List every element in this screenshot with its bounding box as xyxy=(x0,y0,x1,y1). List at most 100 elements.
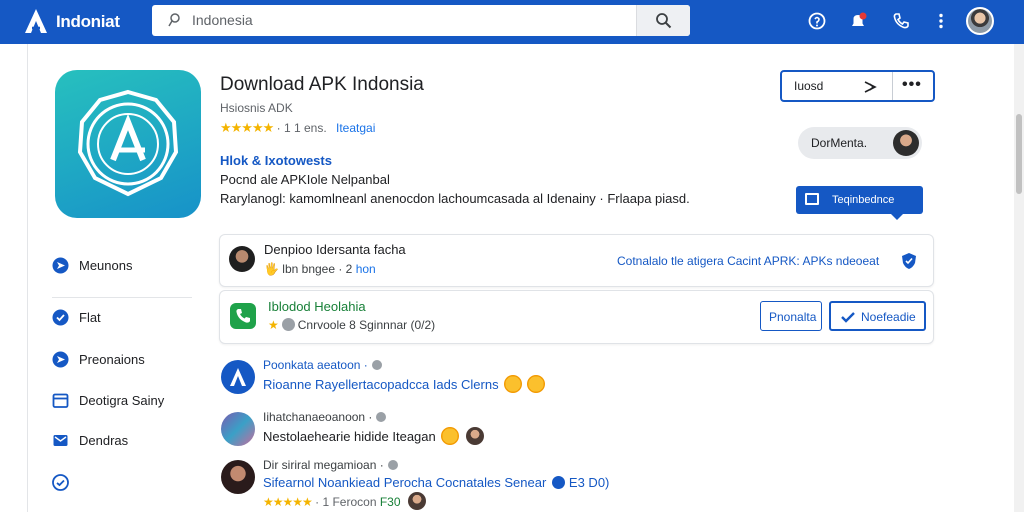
rating-text: · 1 Ferocon xyxy=(315,495,377,509)
tool-button-group: Iuosd ••• xyxy=(780,70,935,102)
feed-item[interactable]: Dir siriral megamioan · Sifearnol Noanki… xyxy=(221,458,681,510)
app-card-meta-text: Cnrvoole 8 Sginnnar (0/2) xyxy=(297,318,436,332)
avatar xyxy=(221,412,255,446)
divider xyxy=(892,72,893,100)
sidebar-item-flat[interactable]: Flat xyxy=(52,308,192,328)
window-icon xyxy=(805,193,819,205)
notifications-icon[interactable] xyxy=(848,11,868,31)
scrollbar-thumb[interactable] xyxy=(1016,114,1022,194)
logo-icon[interactable] xyxy=(22,7,50,35)
app-card-meta: ★ Cnrvoole 8 Sginnnar (0/2) xyxy=(268,318,435,332)
brand-logo-icon xyxy=(230,368,246,386)
feed-item-author: Poonkata aeatoon · xyxy=(263,358,368,372)
primary-action-label: Teqinbednce xyxy=(832,194,895,206)
check-circle-icon xyxy=(52,474,69,491)
help-icon[interactable] xyxy=(807,11,827,31)
app-card[interactable]: Iblodod Heolahia ★ Cnrvoole 8 Sginnnar (0… xyxy=(219,290,934,344)
feed-item-text: Nestolaehearie hidide Iteagan xyxy=(263,429,436,444)
account-chip[interactable]: DorMenta. xyxy=(798,127,922,159)
feed-item-body: Sifearnol Noankiead Perocha Cocnatales S… xyxy=(263,475,609,490)
sidebar-item-label: Deotigra Sainy xyxy=(79,393,165,408)
feed-item-text: Rioanne Rayellertacopadcca Iads Clerns xyxy=(263,377,499,392)
chip-avatar xyxy=(893,130,919,156)
shield-icon[interactable] xyxy=(901,252,917,270)
more-vert-icon[interactable] xyxy=(931,11,951,31)
section-heading[interactable]: Hlok & Ixotowests xyxy=(220,153,332,168)
emoji-icon xyxy=(440,427,459,445)
rating-text: · 1 1 ens. xyxy=(276,121,327,135)
emoji-icon xyxy=(503,375,522,393)
sidebar-item-label: Preonaions xyxy=(79,352,145,367)
rating-stars: ★★★★★ xyxy=(263,495,313,509)
send-icon xyxy=(52,257,69,274)
hand-icon: 🖐 xyxy=(264,262,279,276)
more-button[interactable]: ••• xyxy=(902,76,922,94)
secondary-button-label: Pnonalta xyxy=(769,310,817,324)
card-meta-link[interactable]: hon xyxy=(356,262,376,276)
calendar-icon xyxy=(52,393,69,408)
app-title: Download APK Indonsia xyxy=(220,74,424,95)
card-title: Denpioo Idersanta facha xyxy=(264,242,406,257)
install-button[interactable]: Noefeadie xyxy=(829,301,926,331)
rating-green-text: F30 xyxy=(379,495,401,509)
emoji-icon xyxy=(526,375,545,393)
avatar xyxy=(229,246,255,272)
face-icon xyxy=(465,427,484,445)
card-meta: 🖐 lbn bngee · 2 hon xyxy=(264,262,376,276)
brand-name[interactable]: Indoniat xyxy=(56,12,120,32)
share-icon[interactable] xyxy=(862,79,878,95)
feed-item-header: Iihatchanaeoanoon · xyxy=(263,410,387,424)
primary-action-button[interactable]: Teqinbednce xyxy=(796,186,923,220)
chip-label: DorMenta. xyxy=(811,136,868,150)
check-icon xyxy=(841,312,855,323)
sidebar-item-deotigra-sainy[interactable]: Deotigra Sainy xyxy=(52,391,192,411)
sidebar-item-meunons[interactable]: Meunons xyxy=(52,256,192,276)
feed-item[interactable]: Iihatchanaeoanoon · Nestolaehearie hidid… xyxy=(221,410,681,454)
avatar xyxy=(221,360,255,394)
feed-item[interactable]: Poonkata aeatoon · Rioanne Rayellertacop… xyxy=(221,358,681,402)
rating-stars: ★★★★★ xyxy=(220,120,274,135)
pin-icon xyxy=(168,13,180,27)
search-bar[interactable]: Indonesia xyxy=(152,5,690,36)
description-line-1: Pocnd ale APKIole Nelpanbal xyxy=(220,172,390,187)
search-icon xyxy=(656,13,672,29)
app-card-title: Iblodod Heolahia xyxy=(268,299,366,314)
send-icon xyxy=(52,351,69,368)
sidebar-item-more[interactable] xyxy=(52,473,192,493)
search-input[interactable]: Indonesia xyxy=(192,12,253,28)
check-circle-icon xyxy=(52,309,69,326)
user-avatar[interactable] xyxy=(966,7,994,35)
feed-item-rating: ★★★★★ · 1 Ferocon F30 xyxy=(263,492,426,510)
rating-row: ★★★★★ · 1 1 ens. Iteatgai xyxy=(220,120,375,136)
sidebar-item-label: Dendras xyxy=(79,433,129,448)
feed-item-text: Sifearnol Noankiead Perocha Cocnatales S… xyxy=(263,475,547,490)
info-card[interactable]: Denpioo Idersanta facha 🖐 lbn bngee · 2 … xyxy=(219,234,934,287)
top-bar: Indoniat Indonesia xyxy=(0,0,1024,44)
sidebar-item-dendras[interactable]: Dendras xyxy=(52,431,192,451)
secondary-button[interactable]: Pnonalta xyxy=(760,301,822,331)
app-icon xyxy=(55,70,201,218)
avatar xyxy=(221,460,255,494)
sidebar-item-label: Meunons xyxy=(79,258,133,273)
settings-icon[interactable] xyxy=(376,412,387,422)
verified-icon xyxy=(552,476,566,489)
user-icon xyxy=(281,318,295,331)
star-icon: ★ xyxy=(268,318,279,332)
face-icon xyxy=(407,492,426,510)
scrollbar[interactable] xyxy=(1014,44,1024,512)
feed-item-author: Iihatchanaeoanoon · xyxy=(263,410,373,424)
settings-icon[interactable] xyxy=(387,460,398,470)
rating-link[interactable]: Iteatgai xyxy=(336,121,375,135)
sidebar-item-preonaions[interactable]: Preonaions xyxy=(52,350,192,370)
tool-button[interactable]: Iuosd xyxy=(794,79,823,93)
card-link[interactable]: Cotnalalo tle atigera Cacint APRK: APKs … xyxy=(617,254,879,268)
feed-item-suffix: E3 D0) xyxy=(568,475,610,490)
search-button[interactable] xyxy=(636,5,690,36)
settings-icon[interactable] xyxy=(371,360,382,370)
sidebar-divider xyxy=(52,297,192,298)
feed-item-header: Poonkata aeatoon · xyxy=(263,358,382,372)
app-subtitle: Hsiosnis ADK xyxy=(220,101,293,115)
app-card-icon xyxy=(230,303,256,329)
phone-icon[interactable] xyxy=(891,11,911,31)
feed-item-header: Dir siriral megamioan · xyxy=(263,458,398,472)
